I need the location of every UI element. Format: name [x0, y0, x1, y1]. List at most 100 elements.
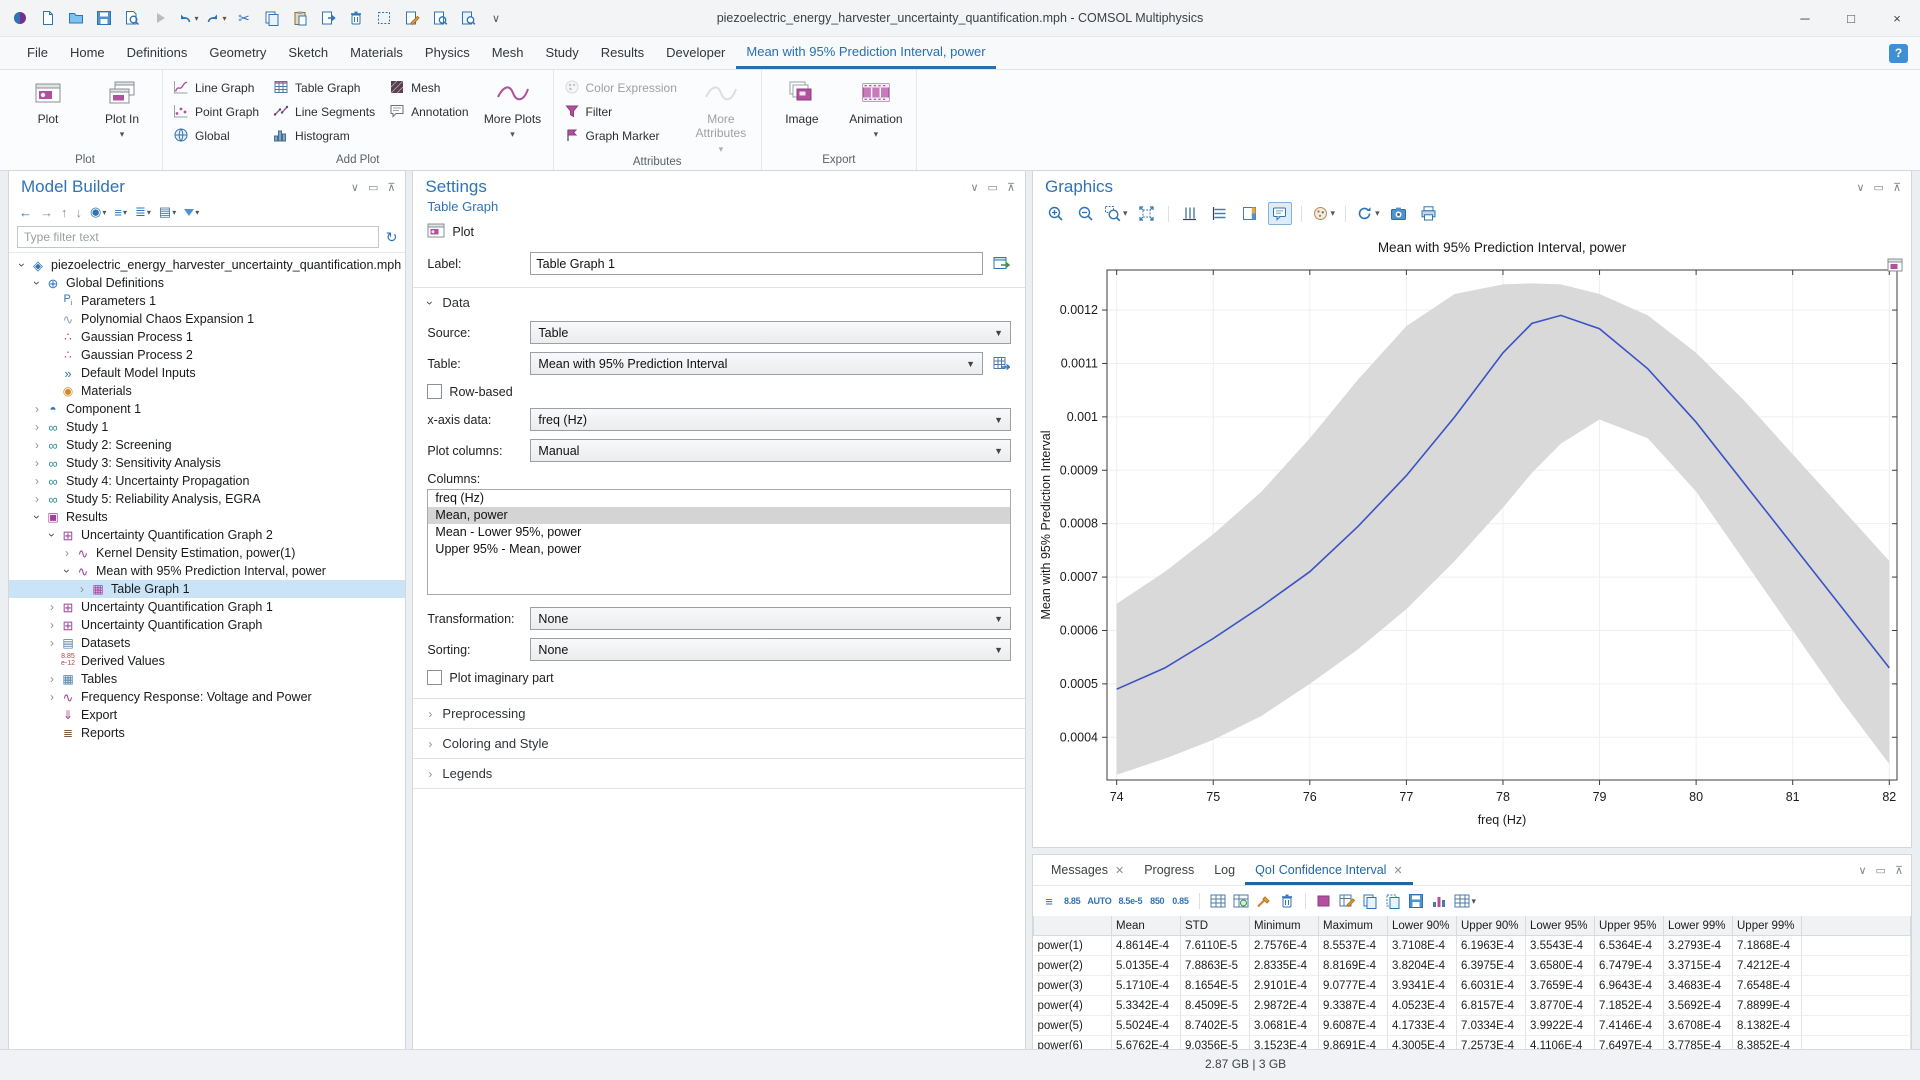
chevron-expanded-icon[interactable]: ›: [16, 258, 28, 272]
image-button[interactable]: Image: [772, 73, 832, 126]
redo-icon[interactable]: ▾: [204, 6, 228, 30]
columns-item-upper-95-mean-power[interactable]: Upper 95% - Mean, power: [428, 541, 1010, 558]
tab-progress[interactable]: Progress: [1134, 855, 1204, 885]
chevron-expanded-icon[interactable]: ›: [31, 510, 43, 524]
columns-item-mean-lower-95-power[interactable]: Mean - Lower 95%, power: [428, 524, 1010, 541]
transformation-select[interactable]: None▼: [530, 607, 1011, 630]
plot-button[interactable]: Plot: [413, 214, 1025, 248]
table-menu-icon[interactable]: ▾: [1454, 892, 1477, 910]
pin-panel-icon[interactable]: ⊼: [387, 181, 395, 194]
show-in-graphics-icon[interactable]: [991, 256, 1011, 271]
more-plots-button[interactable]: More Plots▾: [483, 73, 543, 141]
menu-home[interactable]: Home: [59, 45, 116, 60]
scene-icon[interactable]: ▾: [1311, 202, 1337, 225]
tree-item-gaussian-process-2[interactable]: ∴Gaussian Process 2: [9, 346, 405, 364]
menu-physics[interactable]: Physics: [414, 45, 481, 60]
delete-icon[interactable]: [344, 6, 368, 30]
tree-item-study-2-screening[interactable]: ›∞Study 2: Screening: [9, 436, 405, 454]
collapse-panel-icon[interactable]: ∨: [351, 181, 359, 194]
precision-sci-icon[interactable]: 8.5e-5: [1118, 892, 1142, 910]
chevron-collapsed-icon[interactable]: ›: [30, 421, 44, 433]
menu-developer[interactable]: Developer: [655, 45, 736, 60]
close-tab-icon[interactable]: ✕: [1115, 864, 1124, 877]
close-tab-icon[interactable]: ✕: [1393, 864, 1402, 877]
tree-item-uncertainty-quantification-graph-2[interactable]: ›⊞Uncertainty Quantification Graph 2: [9, 526, 405, 544]
update-plot-icon[interactable]: ▾: [1355, 202, 1381, 225]
menu-geometry[interactable]: Geometry: [198, 45, 277, 60]
tree-item-uncertainty-quantification-graph[interactable]: ›⊞Uncertainty Quantification Graph: [9, 616, 405, 634]
tree-item-derived-values[interactable]: 8.85e-12Derived Values: [9, 652, 405, 670]
tree-item-global-definitions[interactable]: ›⊕Global Definitions: [9, 274, 405, 292]
close-button[interactable]: ×: [1874, 1, 1920, 36]
collapse-panel-icon[interactable]: ∨: [970, 181, 978, 194]
plot-button[interactable]: Plot: [18, 73, 78, 126]
chevron-collapsed-icon[interactable]: ›: [30, 439, 44, 451]
table-plot-icon[interactable]: [1431, 892, 1447, 910]
menu-study[interactable]: Study: [535, 45, 590, 60]
source-select[interactable]: Table▼: [530, 321, 1011, 344]
row-based-checkbox[interactable]: [427, 384, 442, 399]
edit-table-icon[interactable]: [1339, 892, 1355, 910]
zoom-doc-icon[interactable]: [428, 6, 452, 30]
pin-panel-icon[interactable]: ⊼: [1895, 864, 1903, 877]
chevron-collapsed-icon[interactable]: ›: [45, 691, 59, 703]
chevron-collapsed-icon[interactable]: ›: [30, 493, 44, 505]
toolbar-more-icon[interactable]: ∨: [484, 6, 508, 30]
tree-item-uncertainty-quantification-graph-1[interactable]: ›⊞Uncertainty Quantification Graph 1: [9, 598, 405, 616]
section-preprocessing[interactable]: ›Preprocessing: [413, 699, 1025, 728]
tree-item-default-model-inputs[interactable]: »Default Model Inputs: [9, 364, 405, 382]
more-attributes-button[interactable]: More Attributes▾: [691, 73, 751, 155]
tree-item-materials[interactable]: ◉Materials: [9, 382, 405, 400]
filter-button[interactable]: Filter: [564, 103, 677, 121]
tab-messages[interactable]: Messages✕: [1041, 855, 1134, 885]
insert-icon[interactable]: [316, 6, 340, 30]
tree-item-tables[interactable]: ›▦Tables: [9, 670, 405, 688]
tree-item-results[interactable]: ›▣Results: [9, 508, 405, 526]
precision-085-icon[interactable]: 0.85: [1172, 892, 1188, 910]
show-icon[interactable]: ◉▾: [90, 204, 106, 220]
help-icon[interactable]: ?: [1889, 44, 1908, 63]
tab-contextual-plot[interactable]: Mean with 95% Prediction Interval, power: [736, 37, 995, 69]
tree-item-piezoelectric-energy-harvester-uncertainty-quantification-mph[interactable]: ›◈piezoelectric_energy_harvester_uncerta…: [9, 256, 405, 274]
plot-in-button[interactable]: Plot In▾: [92, 73, 152, 141]
tree-item-mean-with-95-prediction-interval-power[interactable]: ›∿Mean with 95% Prediction Interval, pow…: [9, 562, 405, 580]
plot-columns-select[interactable]: Manual▼: [530, 439, 1011, 462]
tab-qoi-confidence-interval[interactable]: QoI Confidence Interval✕: [1245, 855, 1413, 885]
forward-icon[interactable]: →: [40, 205, 53, 220]
columns-item-mean-power[interactable]: Mean, power: [428, 507, 1010, 524]
export-table-icon[interactable]: [1408, 892, 1424, 910]
tree-item-component-1[interactable]: ›◓Component 1: [9, 400, 405, 418]
format-icon[interactable]: [1256, 892, 1272, 910]
table-graph-button[interactable]: Table Graph: [273, 79, 375, 97]
plot-imaginary-checkbox[interactable]: [427, 670, 442, 685]
table-row[interactable]: power(2)5.0135E-47.8863E-52.8335E-48.816…: [1034, 956, 1911, 976]
open-icon[interactable]: [64, 6, 88, 30]
chevron-expanded-icon[interactable]: ›: [61, 564, 73, 578]
menu-results[interactable]: Results: [590, 45, 655, 60]
section-coloring-and-style[interactable]: ›Coloring and Style: [413, 729, 1025, 758]
table-row[interactable]: power(5)5.5024E-48.7402E-53.0681E-49.608…: [1034, 1016, 1911, 1036]
tree-item-parameters-1[interactable]: PiParameters 1: [9, 292, 405, 310]
tree-filter-input[interactable]: [17, 226, 379, 248]
chevron-collapsed-icon[interactable]: ›: [45, 601, 59, 613]
tree-item-study-4-uncertainty-propagation[interactable]: ›∞Study 4: Uncertainty Propagation: [9, 472, 405, 490]
zoom-extents-icon[interactable]: [1135, 202, 1159, 225]
data-section-header[interactable]: › Data: [413, 288, 1025, 317]
prediction-interval-chart[interactable]: 7475767778798081820.00040.00050.00060.00…: [1033, 230, 1911, 842]
line-segments-button[interactable]: Line Segments: [273, 103, 375, 121]
chevron-collapsed-icon[interactable]: ›: [45, 619, 59, 631]
print-icon[interactable]: [1417, 202, 1441, 225]
new-icon[interactable]: [36, 6, 60, 30]
cell-color-icon[interactable]: [1316, 892, 1332, 910]
table-row[interactable]: power(4)5.3342E-48.4509E-52.9872E-49.338…: [1034, 996, 1911, 1016]
tree-item-study-1[interactable]: ›∞Study 1: [9, 418, 405, 436]
clear-table-icon[interactable]: [1279, 892, 1295, 910]
maximize-button[interactable]: □: [1828, 1, 1874, 36]
chevron-expanded-icon[interactable]: ›: [46, 528, 58, 542]
global-button[interactable]: Global: [173, 127, 259, 145]
tree-item-study-3-sensitivity-analysis[interactable]: ›∞Study 3: Sensitivity Analysis: [9, 454, 405, 472]
x-grid-icon[interactable]: [1178, 202, 1202, 225]
locale-icon[interactable]: [1233, 892, 1249, 910]
collapse-all-icon[interactable]: ≣▾: [135, 204, 151, 220]
menu-definitions[interactable]: Definitions: [116, 45, 199, 60]
